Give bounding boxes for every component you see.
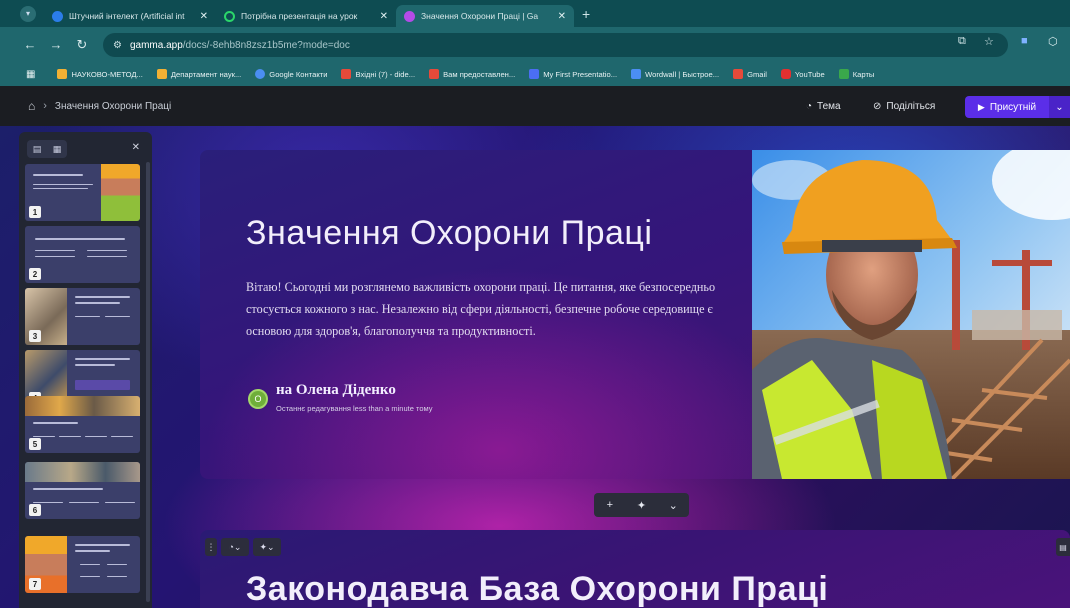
tab-favicon-icon [52,10,63,22]
close-icon[interactable]: ✕ [200,11,208,22]
folder-icon [156,69,167,79]
browser-tab-3[interactable]: Значення Охорони Праці | Ga ✕ [396,5,574,27]
slide-number: 5 [29,438,41,450]
chevron-down-icon[interactable]: ⌄ [657,499,689,512]
bookmark-item[interactable]: НАУКОВО-МЕТОД... [57,69,143,79]
youtube-icon [780,69,791,79]
slide-thumbnail[interactable]: 3 [25,288,140,345]
tab-search-icon[interactable]: ▾ [20,5,36,22]
tab-label: Штучний інтелект (Artificial int [69,11,185,21]
tab-label: Потрібна презентація на урок [241,11,358,21]
bookmark-star-icon[interactable]: ☆ [984,35,994,48]
slide-number: 7 [29,578,41,590]
bookmark-item[interactable]: YouTube [780,69,825,79]
drag-handle-icon[interactable]: ⋮ [205,538,217,556]
slide-thumbnail[interactable]: 1 [25,164,140,221]
back-icon[interactable]: ← [20,37,40,52]
view-toggle[interactable]: ▤ ▦ [27,140,67,158]
site-info-icon[interactable]: ⚙ [113,40,122,51]
theme-button[interactable]: ◔ Тема [806,101,841,112]
link-icon: ⊘ [873,101,882,112]
gmail-icon [733,69,744,79]
tab-label: Значення Охорони Праці | Ga [421,11,539,21]
url-path: /docs/-8ehb8n8zsz1b5me?mode=doc [182,39,350,51]
ai-edit-button[interactable]: ✦⌄ [253,538,281,556]
bookmarks-bar: ▦ НАУКОВО-МЕТОД... Департамент наук... G… [0,62,1070,86]
gmail-icon [429,69,440,79]
browser-tab-1[interactable]: Штучний інтелект (Artificial int ✕ [44,5,216,27]
play-icon: ▶ [977,101,985,112]
bookmark-item[interactable]: Вхідні (7) - dide... [341,69,415,79]
bookmark-item[interactable]: Wordwall | Быстрое... [631,69,719,79]
present-dropdown-button[interactable]: ⌄ [1049,96,1070,118]
browser-tab-2[interactable]: Потрібна презентація на урок ✕ [216,5,396,27]
extensions-puzzle-icon[interactable]: ⬡ [1048,35,1058,48]
card-toolbar: ⋮ ◔⌄ ✦⌄ [205,538,285,556]
present-button[interactable]: ▶ Присутній [965,96,1049,118]
slide-number: 3 [29,330,41,342]
maps-icon [838,69,849,79]
slide-thumbnails-panel: ▤ ▦ ✕ 1 2 3 4 5 [19,132,152,608]
slide-thumbnail[interactable]: 6 [25,462,140,519]
panel-scrollbar[interactable] [146,162,150,602]
palette-icon: ◔ [806,101,813,112]
install-app-icon[interactable]: ⧉ [958,35,966,48]
presentation-icon [529,69,540,79]
bookmark-item[interactable]: My First Presentatio... [529,69,617,79]
gmail-icon [341,69,352,79]
folder-icon [57,69,68,79]
chevron-right-icon: › [43,100,47,112]
add-card-button[interactable]: + [594,499,626,511]
bookmark-item[interactable]: Gmail [733,69,767,79]
url-domain: gamma.app [129,39,183,51]
breadcrumb[interactable]: Значення Охорони Праці [55,101,171,112]
slide-number: 1 [29,206,41,218]
close-icon[interactable]: ✕ [380,11,388,22]
slide-thumbnail[interactable]: 7 [25,536,140,593]
card-style-button[interactable]: ◔⌄ [221,538,249,556]
wordwall-icon [631,69,642,79]
address-bar[interactable]: ⚙ gamma.app /docs/-8ehb8n8zsz1b5me?mode=… [103,33,1008,57]
chevron-down-icon: ⌄ [1055,101,1064,113]
share-button[interactable]: ⊘ Поділіться [873,101,935,112]
card-options-icon[interactable]: ▤ [1056,538,1070,556]
author-name: на Олена Діденко [276,382,396,398]
bookmark-item[interactable]: Google Контакти [255,69,327,79]
forward-icon[interactable]: → [46,37,66,52]
slide-image[interactable] [752,150,1070,479]
tab-favicon-icon [224,10,235,22]
new-tab-icon[interactable]: + [582,6,590,22]
slide-thumbnail[interactable]: 2 [25,226,140,283]
tab-favicon-icon [404,10,415,22]
home-icon[interactable]: ⌂ [28,99,35,113]
bookmark-item[interactable]: Карты [838,69,874,79]
slide-title[interactable]: Значення Охорони Праці [246,214,652,253]
construction-worker-image [752,150,1070,479]
last-edited-text: Останнє редагування less than a minute т… [276,404,433,413]
bookmark-item[interactable]: Вам предоставлен... [429,69,515,79]
bookmark-item[interactable]: Департамент наук... [156,69,241,79]
reload-icon[interactable]: ↻ [72,37,92,53]
slide-number: 6 [29,504,41,516]
slide-thumbnail[interactable]: 5 [25,396,140,453]
card-insert-toolbar: + ✦ ⌄ [594,493,689,517]
ai-sparkle-icon[interactable]: ✦ [626,499,658,512]
slide-number: 2 [29,268,41,280]
slide-body-text[interactable]: Вітаю! Сьогодні ми розглянемо важливість… [246,276,716,342]
avatar: О [248,389,268,409]
slide-title[interactable]: Законодавча База Охорони Праці [246,570,828,608]
extension-icon[interactable]: ■ [1021,35,1028,47]
close-icon[interactable]: ✕ [558,11,566,22]
browser-tab-strip: ▾ Штучний інтелект (Artificial int ✕ Пот… [0,0,1070,27]
card-view-icon[interactable]: ▤ [33,144,42,155]
apps-grid-icon[interactable]: ▦ [26,69,35,80]
slide-card-2[interactable]: ⋮ ◔⌄ ✦⌄ ▤ Законодавча База Охорони Праці [200,530,1070,608]
close-icon[interactable]: ✕ [132,142,140,153]
contacts-icon [255,69,266,79]
list-view-icon[interactable]: ▦ [53,144,62,155]
